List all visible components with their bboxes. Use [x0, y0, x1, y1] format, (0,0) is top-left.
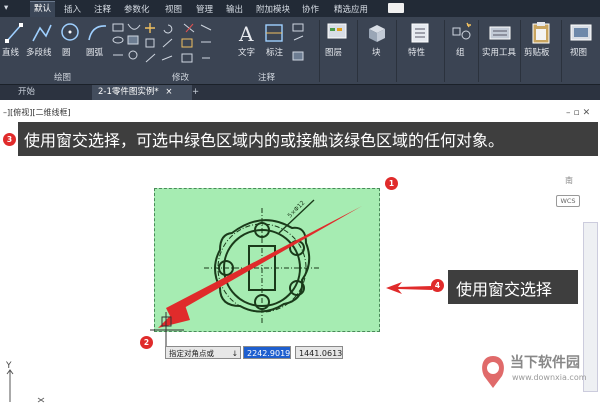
step-badge-4: 4	[431, 279, 444, 292]
viewport-controls-label[interactable]: –][俯视][二维线框]	[3, 107, 71, 118]
app-menu-icon[interactable]: ▾	[4, 3, 8, 13]
close-icon[interactable]: ×	[165, 87, 172, 97]
dynamic-input-prompt: 指定对角点或 ↓	[165, 346, 241, 359]
polyline-icon[interactable]	[31, 22, 53, 44]
circle-icon[interactable]	[60, 22, 80, 42]
tab-start[interactable]: 开始	[12, 85, 41, 100]
clipboard-icon[interactable]	[530, 21, 552, 44]
modify-tools[interactable]	[144, 22, 214, 66]
navigation-bar[interactable]	[583, 222, 598, 392]
y-coordinate-input[interactable]: 1441.0613	[295, 346, 343, 359]
tab-default[interactable]: 默认	[30, 1, 56, 17]
ribbon-separator	[396, 20, 397, 82]
x-coordinate-input[interactable]: 2242.9019	[243, 346, 291, 359]
clipboard-label: 剪贴板	[524, 48, 550, 58]
ribbon-separator	[444, 20, 445, 82]
groups-label: 组	[456, 48, 465, 58]
layers-icon[interactable]	[326, 22, 350, 44]
ribbon-separator	[520, 20, 521, 82]
step-badge-1: 1	[385, 177, 398, 190]
ribbon-separator	[319, 20, 320, 82]
viewcube-south-label[interactable]: 南	[565, 175, 573, 186]
dynamic-input-prompt-text: 指定对角点或	[169, 349, 214, 358]
step-badge-2: 2	[140, 336, 153, 349]
properties-icon[interactable]	[409, 22, 431, 44]
axis-y-label: Y	[5, 361, 12, 371]
block-label: 块	[372, 48, 381, 58]
tab-addins[interactable]: 附加模块	[256, 3, 290, 15]
view-label: 视图	[570, 48, 588, 58]
line-icon[interactable]	[4, 22, 24, 44]
tab-drawing-label: 2-1零件图实例*	[98, 87, 159, 97]
ucs-icon: Y	[5, 361, 45, 403]
new-tab-button[interactable]: +	[186, 85, 205, 100]
modify-group-label[interactable]: 修改	[172, 71, 189, 83]
tab-annotate[interactable]: 注释	[94, 3, 111, 15]
options-arrow-icon[interactable]: ↓	[232, 347, 238, 360]
tab-parametric[interactable]: 参数化	[124, 3, 150, 15]
ribbon-separator	[561, 20, 562, 82]
instruction-banner-text: 使用窗交选择，可选中绿色区域内的或接触该绿色区域的任何对象。	[24, 131, 505, 150]
watermark-name: 当下软件园	[510, 355, 580, 371]
viewport-window-controls[interactable]: –▫✕	[566, 108, 593, 118]
view-icon[interactable]	[569, 22, 593, 44]
side-caption-text: 使用窗交选择	[456, 280, 553, 299]
text-label: 文字	[238, 48, 256, 58]
annotation-small-tools[interactable]	[292, 22, 306, 64]
arc-icon[interactable]	[86, 22, 108, 42]
text-icon[interactable]: A	[237, 22, 255, 44]
watermark-url: www.downxia.com	[512, 373, 587, 382]
tab-output[interactable]: 输出	[226, 3, 243, 15]
tab-featured-apps[interactable]: 精选应用	[334, 3, 368, 15]
ribbon-minimize-icon[interactable]	[388, 3, 404, 13]
step-badge-3: 3	[3, 133, 16, 146]
utilities-icon[interactable]	[488, 22, 512, 44]
arc-label: 圆弧	[86, 48, 104, 58]
line-label: 直线	[2, 48, 20, 58]
groups-icon[interactable]	[450, 20, 474, 44]
properties-label: 特性	[408, 48, 426, 58]
ribbon-separator	[478, 20, 479, 82]
tab-drawing[interactable]: 2-1零件图实例* ×	[92, 85, 192, 100]
circle-label: 圆	[62, 48, 71, 58]
utilities-label: 实用工具	[482, 48, 517, 58]
tab-view[interactable]: 视图	[165, 3, 182, 15]
draw-group-label[interactable]: 绘图	[54, 71, 71, 83]
crosshair-cursor-icon	[150, 312, 184, 346]
tab-collaborate[interactable]: 协作	[302, 3, 319, 15]
polyline-label: 多段线	[26, 48, 52, 58]
dimension-icon[interactable]	[264, 22, 286, 44]
watermark-logo-icon	[482, 356, 504, 388]
wcs-menu[interactable]: WCS	[556, 195, 580, 207]
ribbon-tab-bar: ▾ 默认 插入 注释 参数化 视图 管理 输出 附加模块 协作 精选应用	[0, 0, 600, 17]
ribbon-separator	[357, 20, 358, 82]
annotation-group-label[interactable]: 注释	[258, 71, 275, 83]
block-icon[interactable]	[366, 22, 388, 44]
svg-text:A: A	[238, 22, 254, 44]
callout-arrow-icon	[386, 282, 432, 294]
layers-label: 图层	[325, 48, 343, 58]
drag-arrow-icon	[158, 206, 362, 328]
draw-small-tools[interactable]	[112, 22, 142, 64]
file-tab-bar: 开始 2-1零件图实例* × +	[0, 85, 600, 100]
dimension-label: 标注	[266, 48, 284, 58]
tab-manage[interactable]: 管理	[196, 3, 213, 15]
tab-insert[interactable]: 插入	[64, 3, 81, 15]
